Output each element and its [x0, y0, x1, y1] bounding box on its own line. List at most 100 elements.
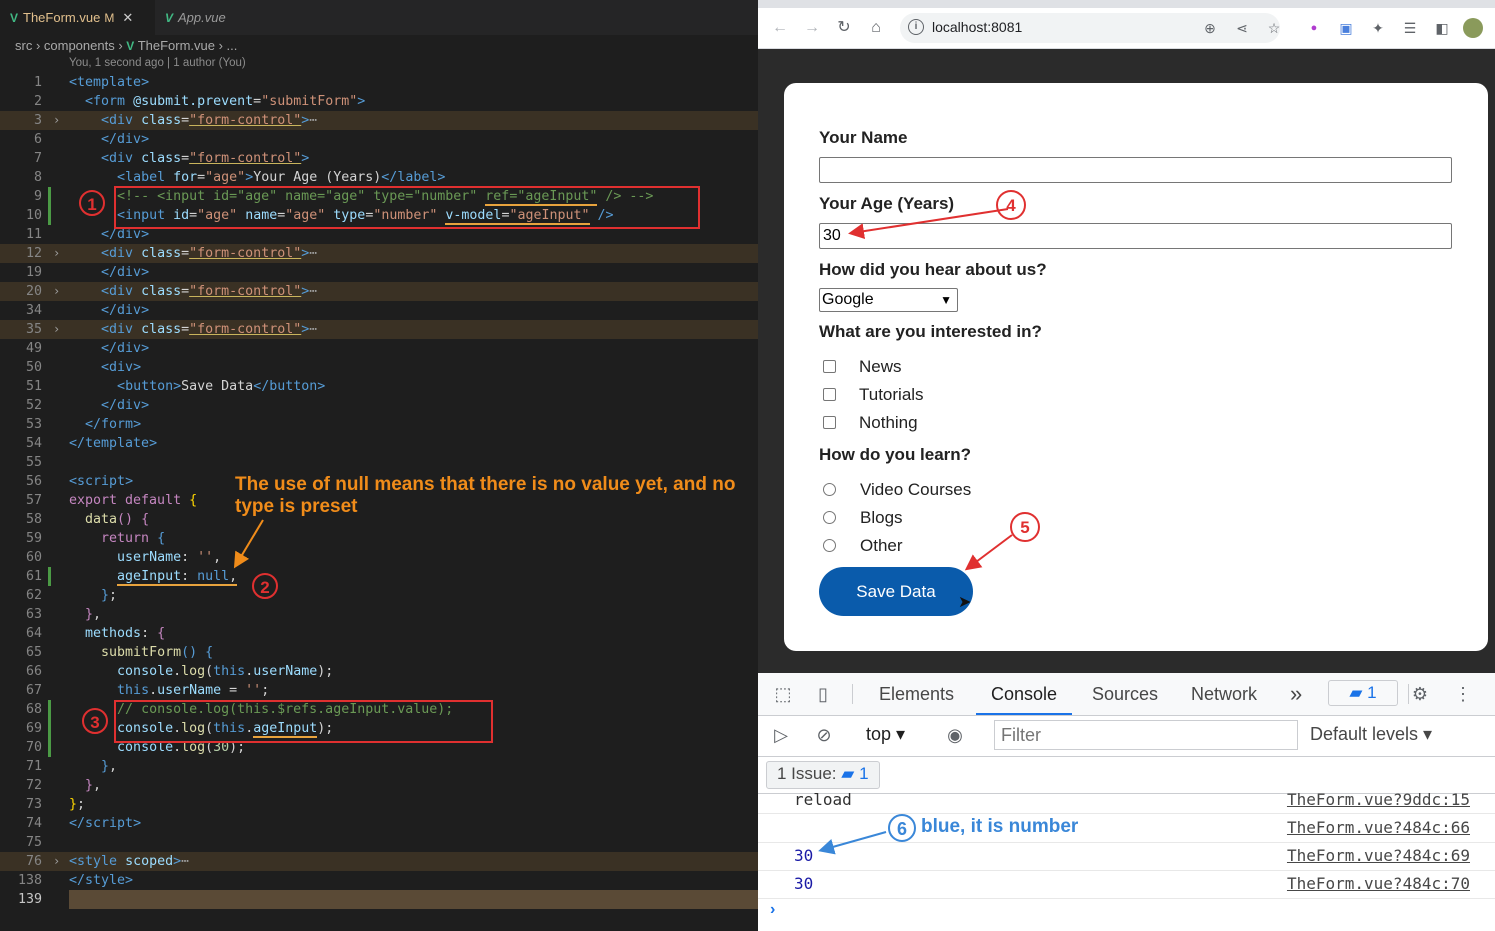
annotation-marker-2: 2: [252, 573, 278, 599]
referrer-select[interactable]: Google ▼: [819, 288, 958, 312]
clear-console-icon[interactable]: ⊘: [813, 724, 835, 746]
code-line-current[interactable]: 139: [0, 890, 758, 909]
annotation-number-note: blue, it is number: [921, 816, 1079, 837]
code-line: 71 },: [0, 757, 758, 776]
line-number: 67: [25, 683, 42, 698]
checkbox[interactable]: [823, 388, 836, 401]
line-number: 69: [25, 721, 42, 736]
chevron-right-icon[interactable]: ›: [53, 244, 60, 263]
code-line-folded[interactable]: 35 › <div class="form-control">⋯: [0, 320, 758, 339]
tab-network[interactable]: Network: [1191, 673, 1257, 715]
radio[interactable]: [823, 511, 836, 524]
extensions-puzzle-icon[interactable]: ✦: [1368, 18, 1388, 38]
inspect-element-icon[interactable]: ⬚: [772, 683, 794, 705]
line-number: 55: [25, 455, 42, 470]
message-icon: ▰: [1349, 683, 1363, 702]
tab-sources[interactable]: Sources: [1092, 673, 1158, 715]
code-line-folded[interactable]: 3 › <div class="form-control">⋯: [0, 111, 758, 130]
console-source-link[interactable]: TheForm.vue?484c:66: [1287, 814, 1470, 842]
chevron-right-icon[interactable]: ›: [53, 282, 60, 301]
devtools-panel: ⬚ ▯ Elements Console Sources Network » ▰…: [758, 673, 1495, 931]
console-source-link[interactable]: TheForm.vue?484c:69: [1287, 842, 1470, 870]
context-selector[interactable]: top ▾: [866, 724, 905, 745]
chevron-right-icon[interactable]: ›: [53, 320, 60, 339]
address-url[interactable]: localhost:8081: [932, 19, 1022, 35]
line-number: 49: [25, 341, 42, 356]
line-number: 34: [25, 303, 42, 318]
code-line: 59 return {: [0, 529, 758, 548]
live-expression-eye-icon[interactable]: ◉: [944, 724, 966, 746]
line-number: 19: [25, 265, 42, 280]
console-source-link[interactable]: TheForm.vue?9ddc:15: [1287, 787, 1470, 813]
browser-toolbar: ← → ↻ ⌂ i localhost:8081 ⊕ ⋖ ☆ ● ▣ ✦ ☰ ◧: [758, 8, 1495, 49]
side-panel-icon[interactable]: ◧: [1432, 18, 1452, 38]
forward-icon[interactable]: →: [800, 16, 824, 40]
code-line: 1 <template>: [0, 73, 758, 92]
line-number: 70: [25, 740, 42, 755]
line-number: 63: [25, 607, 42, 622]
back-icon[interactable]: ←: [768, 16, 792, 40]
line-number: 8: [33, 170, 42, 185]
checkbox[interactable]: [823, 360, 836, 373]
annotation-marker-3: 3: [82, 708, 108, 734]
more-options-icon[interactable]: ⋮: [1452, 683, 1474, 705]
sidebar-toggle-icon[interactable]: ▷: [770, 724, 792, 746]
code-line: 65 submitForm() {: [0, 643, 758, 662]
breadcrumb-file[interactable]: TheForm.vue › ...: [138, 38, 238, 53]
reload-icon[interactable]: ↻: [832, 16, 856, 40]
tab-console[interactable]: Console: [976, 673, 1073, 715]
code-line: 62 };: [0, 586, 758, 605]
log-levels-dropdown[interactable]: Default levels ▾: [1310, 724, 1432, 745]
info-icon[interactable]: i: [908, 19, 924, 35]
code-line: 51 <button>Save Data</button>: [0, 377, 758, 396]
console-filter-input[interactable]: Filter: [994, 720, 1298, 750]
age-input[interactable]: 30: [819, 223, 1452, 249]
extension-lr-icon[interactable]: ●: [1304, 18, 1324, 38]
devtools-tab-bar: ⬚ ▯ Elements Console Sources Network » ▰…: [758, 673, 1495, 716]
radio[interactable]: [823, 483, 836, 496]
reading-list-icon[interactable]: ☰: [1400, 18, 1420, 38]
code-line-folded[interactable]: 20 › <div class="form-control">⋯: [0, 282, 758, 301]
issues-text: 1 Issue:: [777, 764, 837, 783]
git-blame-lens[interactable]: You, 1 second ago | 1 author (You): [69, 57, 246, 69]
console-source-link[interactable]: TheForm.vue?484c:70: [1287, 870, 1470, 898]
tab-app-vue[interactable]: V App.vue: [155, 0, 270, 35]
checkbox[interactable]: [823, 416, 836, 429]
home-icon[interactable]: ⌂: [864, 16, 888, 40]
zoom-icon[interactable]: ⊕: [1200, 18, 1220, 38]
device-toolbar-icon[interactable]: ▯: [812, 683, 834, 705]
address-bar[interactable]: i localhost:8081: [900, 13, 1280, 43]
code-line: 73};: [0, 795, 758, 814]
tab-theform-vue[interactable]: V TheForm.vue M ✕: [0, 0, 155, 35]
chevron-right-icon[interactable]: ›: [53, 111, 60, 130]
breadcrumb-path[interactable]: src › components ›: [15, 38, 123, 53]
code-line-folded[interactable]: 12 › <div class="form-control">⋯: [0, 244, 758, 263]
translate-extension-icon[interactable]: ▣: [1336, 18, 1356, 38]
checkbox-label: Tutorials: [859, 385, 924, 404]
breadcrumb[interactable]: src › components › V TheForm.vue › ...: [15, 38, 237, 56]
settings-gear-icon[interactable]: ⚙: [1409, 683, 1431, 705]
share-icon[interactable]: ⋖: [1232, 18, 1252, 38]
checkbox-label: Nothing: [859, 413, 918, 432]
issues-counter-button[interactable]: ▰ 1: [1328, 680, 1398, 706]
save-data-button[interactable]: Save Data: [819, 567, 973, 616]
radio[interactable]: [823, 539, 836, 552]
close-icon[interactable]: ✕: [122, 10, 133, 25]
profile-avatar[interactable]: [1463, 18, 1483, 38]
issues-button[interactable]: 1 Issue: ▰ 1: [766, 761, 880, 789]
bookmark-star-icon[interactable]: ☆: [1264, 18, 1284, 38]
console-prompt[interactable]: ›: [770, 901, 775, 919]
git-change-marker: [48, 700, 51, 719]
code-line-folded[interactable]: 76 › <style scoped>⋯: [0, 852, 758, 871]
tab-elements[interactable]: Elements: [879, 673, 954, 715]
name-input[interactable]: [819, 157, 1452, 183]
code-line: 64 methods: {: [0, 624, 758, 643]
code-line: 7 <div class="form-control">: [0, 149, 758, 168]
git-change-marker: [48, 206, 51, 225]
line-number: 54: [25, 436, 42, 451]
line-number: 56: [25, 474, 42, 489]
chevron-right-icon[interactable]: ›: [53, 852, 60, 871]
annotation-marker-6: 6: [888, 814, 916, 842]
tab-label: App.vue: [178, 10, 226, 25]
more-tabs-icon[interactable]: »: [1290, 673, 1302, 715]
